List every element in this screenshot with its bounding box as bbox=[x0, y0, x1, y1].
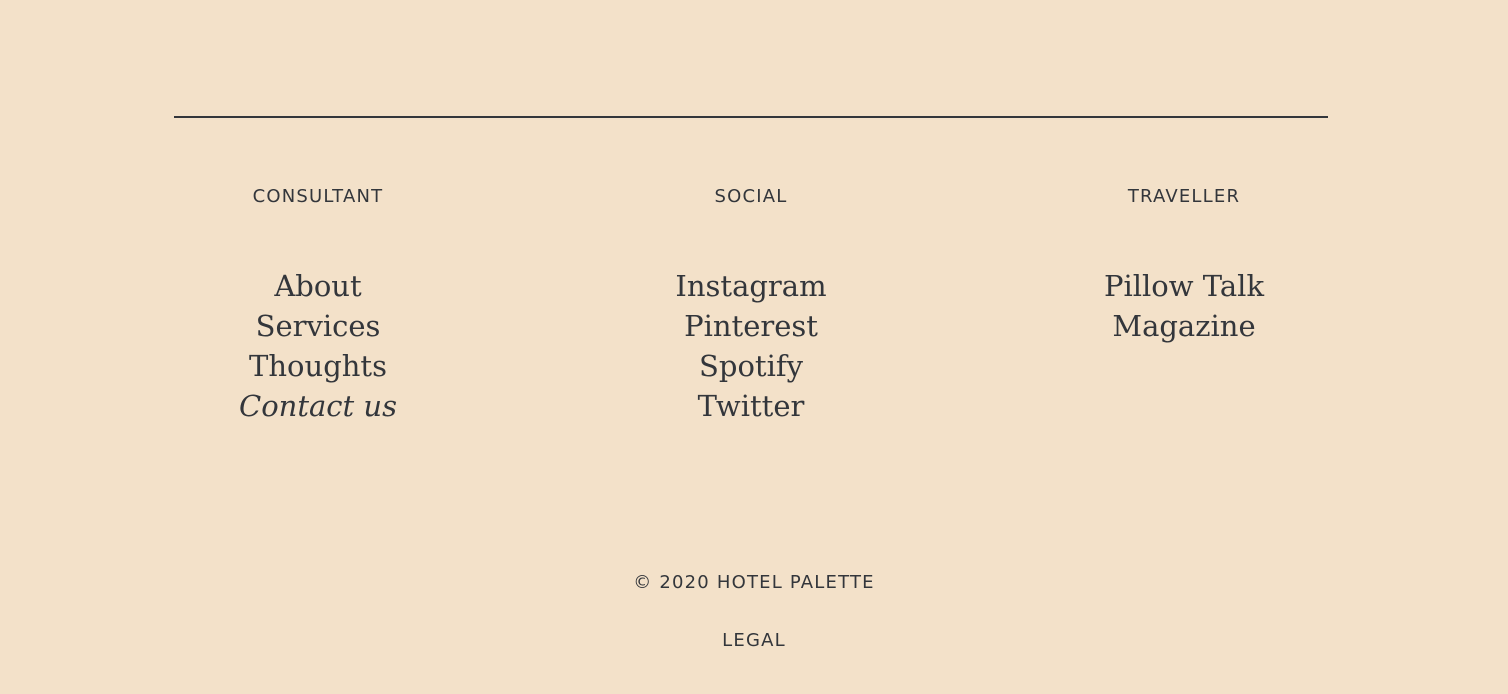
link-pinterest[interactable]: Pinterest bbox=[591, 306, 911, 346]
consultant-links: About Services Thoughts Contact us bbox=[158, 266, 478, 426]
link-about[interactable]: About bbox=[158, 266, 478, 306]
column-heading-traveller: TRAVELLER bbox=[1127, 186, 1241, 207]
site-footer: CONSULTANT About Services Thoughts Conta… bbox=[0, 0, 1508, 694]
link-twitter[interactable]: Twitter bbox=[591, 386, 911, 426]
footer-column-traveller: TRAVELLER Pillow Talk Magazine bbox=[1024, 184, 1344, 346]
traveller-links: Pillow Talk Magazine bbox=[1024, 266, 1344, 346]
column-heading-social: SOCIAL bbox=[714, 186, 788, 207]
copyright-text: © 2020 HOTEL PALETTE bbox=[633, 572, 875, 593]
link-instagram[interactable]: Instagram bbox=[591, 266, 911, 306]
legal-link[interactable]: LEGAL bbox=[722, 630, 786, 651]
link-contact-us[interactable]: Contact us bbox=[158, 386, 478, 426]
link-thoughts[interactable]: Thoughts bbox=[158, 346, 478, 386]
link-magazine[interactable]: Magazine bbox=[1024, 306, 1344, 346]
legal-link-row: LEGAL bbox=[0, 628, 1508, 654]
footer-column-social: SOCIAL Instagram Pinterest Spotify Twitt… bbox=[591, 184, 911, 426]
link-services[interactable]: Services bbox=[158, 306, 478, 346]
column-heading-consultant: CONSULTANT bbox=[252, 186, 384, 207]
link-pillow-talk[interactable]: Pillow Talk bbox=[1024, 266, 1344, 306]
footer-column-consultant: CONSULTANT About Services Thoughts Conta… bbox=[158, 184, 478, 426]
social-links: Instagram Pinterest Spotify Twitter bbox=[591, 266, 911, 426]
link-spotify[interactable]: Spotify bbox=[591, 346, 911, 386]
footer-divider bbox=[174, 116, 1328, 118]
